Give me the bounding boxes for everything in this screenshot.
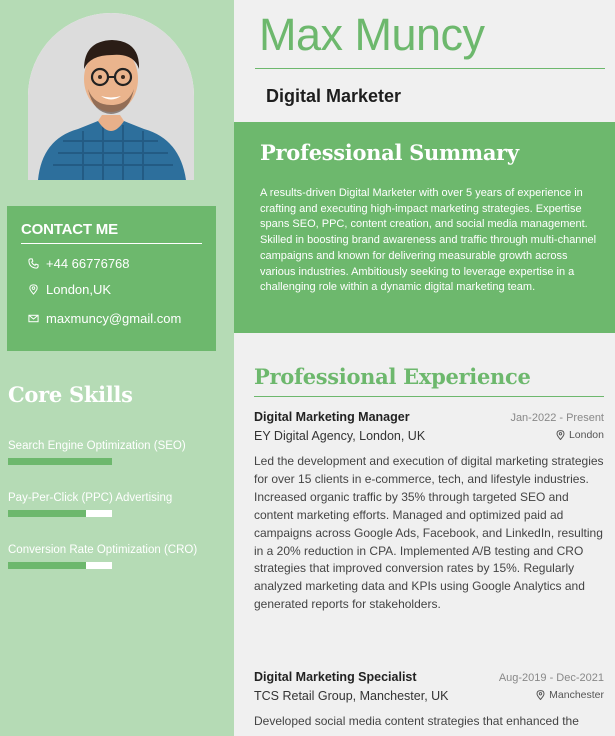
contact-title: CONTACT ME <box>21 221 202 244</box>
experience-company: EY Digital Agency, London, UK <box>254 429 426 443</box>
summary-section: Professional Summary A results-driven Di… <box>234 122 615 333</box>
skill-fill <box>8 510 86 517</box>
skill-fill <box>8 562 86 569</box>
experience-description: Developed social media content strategie… <box>254 714 579 728</box>
contact-location: London,UK <box>21 282 202 297</box>
summary-text: A results-driven Digital Marketer with o… <box>260 187 597 294</box>
location-pin-icon <box>556 430 565 440</box>
mail-icon <box>27 313 39 325</box>
experience-role: Digital Marketing Specialist <box>254 670 417 684</box>
location-pin-icon <box>27 284 39 296</box>
candidate-name: Max Muncy <box>259 9 485 60</box>
experience-company: TCS Retail Group, Manchester, UK <box>254 689 449 703</box>
contact-email[interactable]: maxmuncy@gmail.com <box>21 311 202 326</box>
summary-heading: Professional Summary <box>260 140 519 165</box>
phone-icon <box>27 258 39 270</box>
sidebar: CONTACT ME +44 66776768 London,UK maxmun… <box>0 0 234 736</box>
contact-phone: +44 66776768 <box>21 256 202 271</box>
contact-section: CONTACT ME +44 66776768 London,UK maxmun… <box>7 206 216 351</box>
skills-heading: Core Skills <box>8 382 133 407</box>
experience-location: London <box>556 429 604 441</box>
location-pin-icon <box>536 690 545 700</box>
experience-location-text: London <box>568 429 604 441</box>
experience-divider <box>254 396 604 397</box>
experience-dates: Aug-2019 - Dec-2021 <box>498 672 604 684</box>
name-divider <box>255 68 605 69</box>
skill-bar <box>8 562 112 569</box>
skill-name: Search Engine Optimization (SEO) <box>8 440 186 452</box>
main-content: Max Muncy Digital Marketer Professional … <box>234 0 615 736</box>
job-title: Digital Marketer <box>266 86 402 106</box>
skill-item: Pay-Per-Click (PPC) Advertising <box>8 492 223 517</box>
contact-location-text: London,UK <box>46 282 112 297</box>
contact-phone-text: +44 66776768 <box>46 256 130 271</box>
skill-name: Conversion Rate Optimization (CRO) <box>8 544 198 556</box>
experience-item: Digital Marketing Manager Jan-2022 - Pre… <box>254 410 604 614</box>
skill-name: Pay-Per-Click (PPC) Advertising <box>8 492 173 504</box>
experience-location: Manchester <box>536 689 604 701</box>
skill-fill <box>8 458 112 465</box>
experience-item: Digital Marketing Specialist Aug-2019 - … <box>254 670 604 731</box>
skill-bar <box>8 458 112 465</box>
skill-bar <box>8 510 112 517</box>
experience-role: Digital Marketing Manager <box>254 410 410 424</box>
contact-email-text[interactable]: maxmuncy@gmail.com <box>46 311 181 326</box>
experience-description: Led the development and execution of dig… <box>254 454 604 612</box>
profile-photo <box>28 13 194 180</box>
skill-item: Search Engine Optimization (SEO) <box>8 440 223 465</box>
experience-location-text: Manchester <box>549 689 604 701</box>
skill-item: Conversion Rate Optimization (CRO) <box>8 544 223 569</box>
experience-heading: Professional Experience <box>254 364 531 389</box>
experience-dates: Jan-2022 - Present <box>510 412 604 424</box>
